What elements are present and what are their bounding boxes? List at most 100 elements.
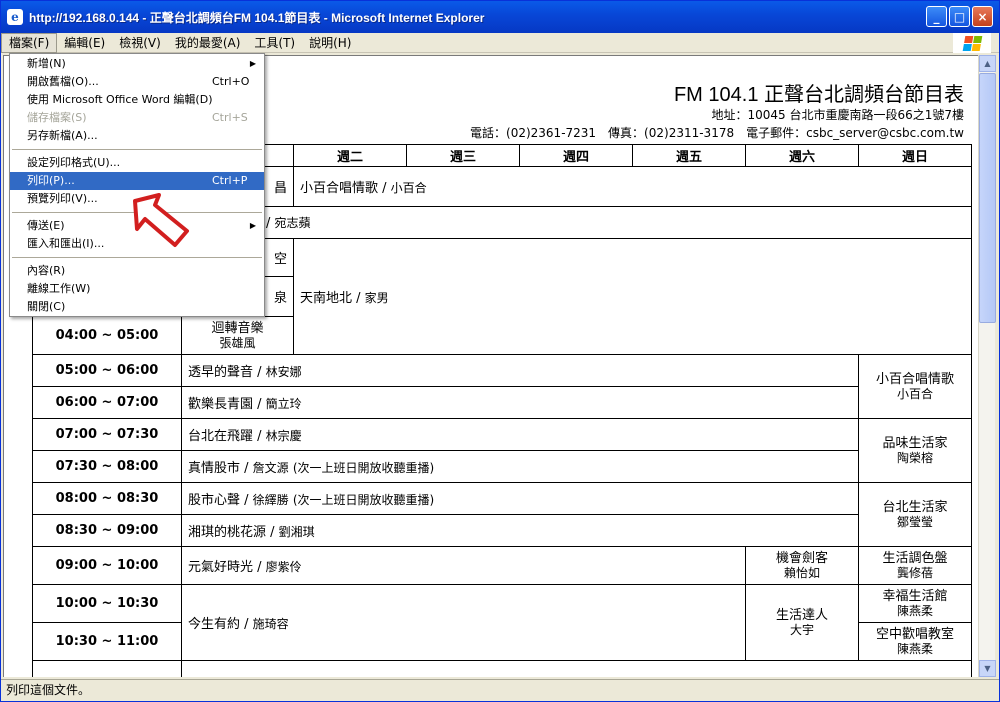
header-friday: 週五 — [632, 144, 746, 167]
program-name: 生活調色盤 — [882, 550, 948, 566]
menu-separator — [10, 253, 264, 262]
menu-item-close[interactable]: 關閉(C) — [10, 298, 264, 316]
header-wednesday: 週三 — [406, 144, 520, 167]
scroll-thumb[interactable] — [979, 73, 996, 323]
page-title: FM 104.1 正聲台北調頻台節目表 — [673, 84, 964, 106]
program-partial: 昌 — [273, 181, 287, 196]
program-cell: 小百合唱情歌 小百合 — [858, 354, 972, 419]
program-name: 生活達人 — [775, 607, 828, 623]
program-host: 廖紫伶 — [265, 560, 302, 574]
submenu-arrow-icon: ▶ — [249, 221, 256, 230]
pointing-arrow-shape — [133, 193, 189, 247]
menu-item-properties[interactable]: 內容(R) — [10, 262, 264, 280]
menu-item-label: 內容(R) — [27, 264, 66, 277]
program-name: 台北在飛躍 — [188, 429, 254, 444]
program-cell: 真情股市 / 詹文源 (次一上班日開放收聽重播) — [181, 450, 859, 483]
program-cell: / 宛志蘋 — [181, 206, 972, 239]
menu-item-save-as[interactable]: 另存新檔(A)... — [10, 127, 264, 145]
menu-item-work-offline[interactable]: 離線工作(W) — [10, 280, 264, 298]
program-host: 陳燕柔 — [896, 603, 933, 618]
program-name: 股市心聲 — [188, 493, 241, 508]
menu-item-label: 使用 Microsoft Office Word 編輯(D) — [27, 93, 213, 106]
menu-item-open[interactable]: 開啟舊檔(O)... Ctrl+O — [10, 73, 264, 91]
scroll-up-icon[interactable]: ▲ — [979, 55, 996, 72]
menu-item-edit-with-word[interactable]: 使用 Microsoft Office Word 編輯(D) — [10, 91, 264, 109]
program-host: 小百合 — [896, 386, 933, 401]
menu-tools[interactable]: 工具(T) — [247, 33, 302, 53]
menu-item-label: 設定列印格式(U)... — [27, 156, 121, 169]
flag-green-pane — [972, 35, 982, 43]
time-slot: 09:00 ~ 10:00 — [32, 546, 182, 585]
table-row — [32, 660, 972, 677]
menu-item-print[interactable]: 列印(P)... Ctrl+P — [10, 172, 264, 190]
vertical-scrollbar[interactable]: ▲ ▼ — [978, 55, 996, 677]
menu-item-label: 離線工作(W) — [27, 282, 91, 295]
status-text: 列印這個文件。 — [6, 683, 91, 697]
time-slot: 06:00 ~ 07:00 — [32, 386, 182, 419]
program-cell: 品味生活家 陶榮榕 — [858, 418, 972, 483]
program-cell: 機會劍客 賴怡如 — [745, 546, 859, 585]
program-host: 林宗慶 — [265, 429, 302, 443]
minimize-button[interactable]: _ — [926, 6, 947, 27]
program-name: 透早的聲音 — [188, 365, 254, 380]
menu-favorites[interactable]: 我的最愛(A) — [168, 33, 248, 53]
maximize-button[interactable]: □ — [949, 6, 970, 27]
program-host: 賴怡如 — [783, 565, 820, 580]
scroll-down-icon[interactable]: ▼ — [979, 660, 996, 677]
program-cell: 迴轉音樂 張雄風 — [181, 316, 294, 355]
menu-item-label: 儲存檔案(S) — [27, 111, 87, 124]
menu-separator — [10, 145, 264, 154]
menu-item-label: 關閉(C) — [27, 300, 66, 313]
submenu-arrow-icon: ▶ — [249, 59, 256, 68]
menu-item-save: 儲存檔案(S) Ctrl+S — [10, 109, 264, 127]
program-cell: 股市心聲 / 徐繹勝 (次一上班日開放收聽重播) — [181, 482, 859, 515]
menu-item-page-setup[interactable]: 設定列印格式(U)... — [10, 154, 264, 172]
program-host: 大宇 — [789, 622, 814, 637]
menu-shortcut: Ctrl+P — [212, 174, 248, 187]
menu-item-label: 新增(N) — [27, 57, 66, 70]
program-host: 陳燕柔 — [896, 641, 933, 656]
program-cell: 小百合唱情歌 / 小百合 — [293, 166, 972, 207]
menu-shortcut: Ctrl+S — [212, 111, 248, 124]
program-name: 歡樂長青園 — [188, 397, 254, 412]
menu-item-label: 傳送(E) — [27, 219, 65, 232]
status-bar: 列印這個文件。 — [1, 679, 999, 701]
windows-flag-icon — [962, 35, 982, 51]
program-cell: 湘琪的桃花源 / 劉湘琪 — [181, 514, 859, 547]
header-thursday: 週四 — [519, 144, 633, 167]
menu-bar: 檔案(F) 編輯(E) 檢視(V) 我的最愛(A) 工具(T) 說明(H) — [1, 32, 999, 53]
program-partial: 空 — [273, 252, 287, 267]
menu-item-label: 列印(P)... — [27, 174, 75, 187]
program-cell: 歡樂長青園 / 簡立玲 — [181, 386, 859, 419]
menu-item-new[interactable]: 新增(N) ▶ — [10, 55, 264, 73]
table-row: 09:00 ~ 10:00 元氣好時光 / 廖紫伶 機會劍客 賴怡如 生活調色盤… — [32, 546, 972, 585]
program-partial: 泉 — [273, 291, 287, 306]
program-note: (次一上班日開放收聽重播) — [292, 461, 435, 475]
program-host: 宛志蘋 — [274, 216, 311, 230]
program-name: 台北生活家 — [882, 499, 948, 515]
program-host: 徐繹勝 — [252, 493, 289, 507]
table-row: 08:30 ~ 09:00 湘琪的桃花源 / 劉湘琪 — [32, 514, 972, 547]
menu-view[interactable]: 檢視(V) — [112, 33, 168, 53]
menu-item-label: 開啟舊檔(O)... — [27, 75, 99, 88]
menu-help[interactable]: 說明(H) — [302, 33, 358, 53]
program-cell: 透早的聲音 / 林安娜 — [181, 354, 859, 387]
menu-edit[interactable]: 編輯(E) — [57, 33, 112, 53]
program-name: 幸福生活館 — [882, 588, 948, 604]
program-cell: 幸福生活館 陳燕柔 — [858, 584, 972, 623]
flag-yellow-pane — [971, 43, 981, 51]
menu-file[interactable]: 檔案(F) — [1, 32, 58, 53]
program-name: 真情股市 — [188, 461, 241, 476]
close-button[interactable]: × — [972, 6, 993, 27]
menu-item-label: 預覽列印(V)... — [27, 192, 98, 205]
file-menu-dropdown: 新增(N) ▶ 開啟舊檔(O)... Ctrl+O 使用 Microsoft Off… — [9, 53, 265, 317]
program-cell: 台北在飛躍 / 林宗慶 — [181, 418, 859, 451]
title-bar[interactable]: e http://192.168.0.144 - 正聲台北調頻台FM 104.1… — [1, 1, 999, 33]
program-host: 小百合 — [390, 181, 427, 195]
program-name: 今生有約 — [188, 617, 241, 632]
time-slot: 08:00 ~ 08:30 — [32, 482, 182, 515]
menu-shortcut: Ctrl+O — [212, 75, 250, 88]
header-saturday: 週六 — [745, 144, 859, 167]
table-row: 07:30 ~ 08:00 真情股市 / 詹文源 (次一上班日開放收聽重播) — [32, 450, 972, 483]
program-note: (次一上班日開放收聽重播) — [292, 493, 435, 507]
